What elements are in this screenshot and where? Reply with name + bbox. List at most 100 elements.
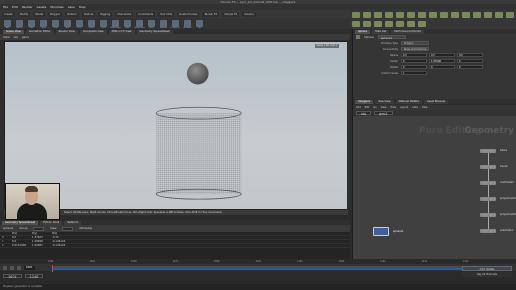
shelf-tool-9[interactable]: Draw Curve bbox=[110, 20, 121, 29]
parameter-field[interactable]: 0.5 bbox=[401, 53, 427, 57]
light-tool-icon[interactable] bbox=[352, 12, 360, 18]
stop-icon[interactable] bbox=[10, 265, 14, 270]
auto-update-button[interactable]: Auto Update bbox=[462, 266, 512, 271]
light-tool-icon[interactable] bbox=[363, 21, 371, 27]
light-tool-icon[interactable] bbox=[374, 12, 382, 18]
network-tab-2[interactable]: Material Palette bbox=[395, 100, 422, 104]
end-frame[interactable]: 1240 bbox=[24, 274, 44, 279]
light-tool-icon[interactable] bbox=[506, 12, 514, 18]
column-header[interactable]: P[y] bbox=[30, 232, 50, 235]
light-tool-icon[interactable] bbox=[451, 12, 459, 18]
shelf-tool-12[interactable]: Font bbox=[148, 20, 155, 29]
light-tool-icon[interactable] bbox=[462, 12, 470, 18]
shelf-tab-0[interactable]: Create bbox=[2, 11, 15, 17]
shelf-tool-7[interactable]: Circle bbox=[88, 20, 95, 29]
shelf-tab-10[interactable]: Guide Process bbox=[177, 11, 200, 17]
current-frame[interactable]: 1001 bbox=[24, 265, 35, 270]
group-dropdown[interactable] bbox=[33, 226, 45, 231]
parameter-field[interactable]: 0 bbox=[429, 65, 455, 69]
network-node[interactable] bbox=[480, 229, 496, 233]
column-header[interactable] bbox=[0, 232, 10, 235]
parameter-field[interactable]: 0 bbox=[457, 59, 483, 63]
light-tool-icon[interactable] bbox=[429, 12, 437, 18]
column-header[interactable]: P[z] bbox=[50, 232, 70, 235]
parameter-field[interactable]: 1.97606 bbox=[429, 59, 455, 63]
light-tool-icon[interactable] bbox=[396, 21, 404, 27]
view-dropdown[interactable] bbox=[62, 226, 74, 231]
light-tool-icon[interactable] bbox=[374, 21, 382, 27]
network-menu-go[interactable]: Go bbox=[373, 106, 376, 109]
shelf-tool-8[interactable]: Curve bbox=[100, 20, 107, 29]
menu-labs[interactable]: Labs bbox=[68, 5, 75, 9]
light-tool-icon[interactable] bbox=[473, 12, 481, 18]
network-tab-3[interactable]: Asset Browser bbox=[423, 100, 449, 104]
shelf-tool-10[interactable]: Path bbox=[124, 20, 131, 29]
path-segment[interactable]: geo1 bbox=[374, 111, 393, 116]
shelf-tab-6[interactable]: Rigging bbox=[98, 11, 113, 17]
network-menu-help[interactable]: Help bbox=[422, 106, 427, 109]
shelf-tab-1[interactable]: Modify bbox=[17, 11, 31, 17]
param-tab-2[interactable]: Performance Monitor bbox=[391, 29, 425, 34]
shelf-tab-12[interactable]: Simple FX bbox=[222, 11, 240, 17]
parameter-dropdown[interactable]: Rows and Columns bbox=[401, 47, 429, 51]
param-tab-1[interactable]: Take List bbox=[372, 29, 390, 34]
light-tool-icon[interactable] bbox=[407, 12, 415, 18]
parameter-field[interactable]: 0.5 bbox=[429, 53, 455, 57]
shelf-tab-7[interactable]: Characters bbox=[115, 11, 134, 17]
pane-tab-3[interactable]: Composite View bbox=[79, 29, 107, 34]
light-tool-icon[interactable] bbox=[396, 12, 404, 18]
node-name-field[interactable]: sphere1 bbox=[377, 35, 406, 40]
camera-menu[interactable]: Persp ▾ No cam ▾ bbox=[314, 44, 339, 48]
column-header[interactable]: P[x] bbox=[10, 232, 30, 235]
menu-help[interactable]: Help bbox=[79, 5, 86, 9]
shelf-tab-4[interactable]: Deform bbox=[65, 11, 79, 17]
shelf-tab-9[interactable]: Hair Utils bbox=[158, 11, 175, 17]
shelf-tool-13[interactable]: Platonic bbox=[160, 20, 167, 29]
shelf-tool-0[interactable]: Box bbox=[4, 20, 11, 29]
pane-tab-1[interactable]: Animation Editor bbox=[25, 29, 54, 34]
shelf-tool-2[interactable]: Tube bbox=[28, 20, 35, 29]
pane-tab-4[interactable]: Motion FX View bbox=[108, 29, 135, 34]
light-tool-icon[interactable] bbox=[495, 12, 503, 18]
network-menu-labs[interactable]: Labs bbox=[412, 106, 418, 109]
start-frame[interactable]: 1001 bbox=[3, 274, 22, 279]
parameter-field[interactable]: 0.5 bbox=[457, 53, 483, 57]
network-menu-view[interactable]: View bbox=[381, 106, 387, 109]
shelf-tool-14[interactable]: L-System bbox=[171, 20, 180, 29]
network-menu-edit[interactable]: Edit bbox=[365, 106, 370, 109]
parameter-field[interactable]: 0 bbox=[457, 65, 483, 69]
path-segment[interactable]: obj bbox=[356, 111, 372, 116]
bottom-tab-0[interactable]: Geometry Spreadsheet bbox=[2, 220, 39, 225]
parameter-field[interactable]: 0 bbox=[401, 59, 427, 63]
shelf-tool-16[interactable]: File bbox=[196, 20, 203, 29]
play-icon[interactable] bbox=[17, 265, 21, 270]
path-geo[interactable]: geo1 bbox=[22, 35, 29, 39]
shelf-tool-5[interactable]: Null bbox=[64, 20, 71, 29]
parameter-field[interactable]: 0 bbox=[401, 65, 427, 69]
network-menu-add[interactable]: Add bbox=[356, 106, 361, 109]
shelf-tool-4[interactable]: Grid bbox=[52, 20, 59, 29]
play-reverse-icon[interactable] bbox=[3, 265, 7, 270]
light-tool-icon[interactable] bbox=[407, 21, 415, 27]
pane-tab-5[interactable]: Geometry Spreadsheet bbox=[136, 29, 173, 34]
light-tool-icon[interactable] bbox=[418, 21, 426, 27]
shelf-tab-8[interactable]: Constraints bbox=[136, 11, 156, 17]
shelf-tab-13[interactable]: Volume bbox=[242, 11, 256, 17]
network-menu-tools[interactable]: Tools bbox=[390, 106, 396, 109]
shelf-tab-2[interactable]: Model bbox=[33, 11, 46, 17]
menu-edit[interactable]: Edit bbox=[12, 5, 18, 9]
shelf-tool-6[interactable]: Line bbox=[76, 20, 83, 29]
light-tool-icon[interactable] bbox=[484, 12, 492, 18]
bottom-tab-2[interactable]: Textport bbox=[64, 220, 81, 225]
network-menu-layout[interactable]: Layout bbox=[400, 106, 408, 109]
pane-tab-0[interactable]: Scene View bbox=[3, 29, 24, 34]
shelf-tool-1[interactable]: Sphere bbox=[16, 20, 23, 29]
shelf-tab-5[interactable]: Texture bbox=[81, 11, 96, 17]
menu-file[interactable]: File bbox=[3, 5, 8, 9]
sphere-node[interactable] bbox=[373, 227, 389, 236]
menu-windows[interactable]: Windows bbox=[50, 5, 63, 9]
light-tool-icon[interactable] bbox=[352, 21, 360, 27]
path-obj[interactable]: obj bbox=[14, 35, 18, 39]
param-tab-0[interactable]: Sphere bbox=[355, 29, 371, 34]
shelf-tab-11[interactable]: Terrain FX bbox=[202, 11, 220, 17]
